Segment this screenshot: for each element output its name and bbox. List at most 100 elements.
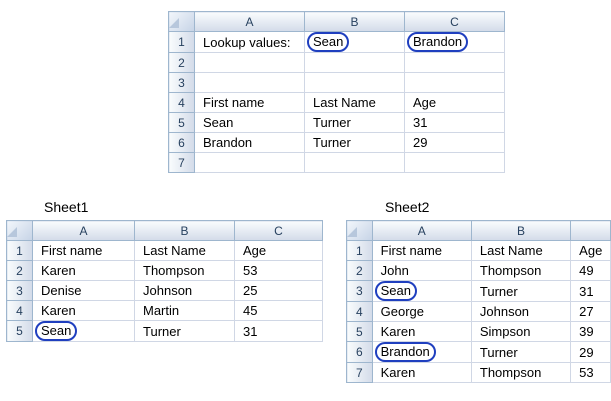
row-header[interactable]: 1 (168, 31, 195, 53)
cell[interactable]: Age (570, 240, 611, 261)
cell[interactable]: Martin (134, 300, 235, 321)
cell[interactable] (404, 72, 505, 93)
row-header[interactable]: 3 (346, 280, 373, 302)
row-header[interactable]: 2 (168, 52, 195, 73)
cell[interactable] (404, 152, 505, 173)
row-header[interactable]: 7 (168, 152, 195, 173)
cell[interactable]: Age (234, 240, 323, 261)
cell[interactable]: Simpson (470, 321, 572, 342)
select-all-corner[interactable] (6, 220, 33, 241)
select-all-corner[interactable] (168, 11, 195, 32)
column-header-a[interactable]: A (32, 220, 135, 241)
cell[interactable]: 49 (570, 260, 611, 281)
cell[interactable]: Johnson (134, 280, 235, 301)
cell[interactable]: John (371, 260, 472, 281)
cell[interactable]: Karen (32, 260, 135, 281)
cell[interactable]: Last Name (304, 92, 405, 113)
cell[interactable]: Karen (32, 300, 135, 321)
cell[interactable]: Age (404, 92, 505, 113)
row-header[interactable]: 5 (6, 320, 33, 342)
cell[interactable] (304, 72, 405, 93)
cell[interactable] (194, 52, 305, 73)
sheet1-grid: A B C 1 First name Last Name Age 2 Karen… (6, 220, 323, 342)
row-header[interactable]: 2 (346, 260, 373, 281)
row-header[interactable]: 4 (6, 300, 33, 321)
row-header[interactable]: 5 (346, 321, 373, 342)
column-header-b[interactable]: B (134, 220, 235, 241)
cell[interactable]: Sean (32, 320, 135, 342)
cell[interactable]: First name (32, 240, 135, 261)
cell[interactable]: Brandon (404, 31, 505, 53)
row-header[interactable]: 4 (168, 92, 195, 113)
cell[interactable] (304, 152, 405, 173)
matched-name-circled: Sean (35, 321, 78, 341)
column-header-a[interactable]: A (371, 220, 472, 241)
cell[interactable]: Karen (371, 362, 472, 383)
cell[interactable]: Sean (371, 280, 472, 302)
row-header[interactable]: 3 (6, 280, 33, 301)
select-all-corner[interactable] (346, 220, 373, 241)
row-header[interactable]: 2 (6, 260, 33, 281)
sheet2-grid: A B 1 First name Last Name Age 2 John Th… (346, 220, 611, 383)
column-header-b[interactable]: B (470, 220, 572, 241)
cell[interactable]: 53 (570, 362, 611, 383)
row-header[interactable]: 3 (168, 72, 195, 93)
cell[interactable]: Thompson (470, 362, 572, 383)
cell[interactable]: Turner (304, 112, 405, 133)
row-header[interactable]: 7 (346, 362, 373, 383)
cell[interactable] (194, 72, 305, 93)
column-header-c[interactable] (570, 220, 611, 241)
row-header[interactable]: 4 (346, 301, 373, 322)
cell[interactable]: Johnson (470, 301, 572, 322)
cell[interactable]: Sean (194, 112, 305, 133)
sheet1-label: Sheet1 (44, 199, 89, 215)
cell[interactable]: 31 (234, 320, 323, 342)
cell[interactable]: Last Name (470, 240, 572, 261)
cell[interactable]: Lookup values: (194, 31, 305, 53)
cell[interactable]: 25 (234, 280, 323, 301)
cell[interactable]: Turner (134, 320, 235, 342)
matched-name-circled: Brandon (374, 342, 436, 362)
lookup-value-circled: Sean (307, 32, 350, 52)
cell[interactable] (304, 52, 405, 73)
cell[interactable]: 31 (404, 112, 505, 133)
column-header-c[interactable]: C (404, 11, 505, 32)
cell[interactable]: Denise (32, 280, 135, 301)
cell[interactable]: 27 (570, 301, 611, 322)
cell[interactable]: 31 (570, 280, 611, 302)
cell[interactable]: Thompson (134, 260, 235, 281)
cell[interactable]: Turner (470, 280, 572, 302)
cell[interactable]: Thompson (470, 260, 572, 281)
cell[interactable]: Last Name (134, 240, 235, 261)
cell[interactable]: 39 (570, 321, 611, 342)
cell[interactable]: Sean (304, 31, 405, 53)
cell[interactable]: 29 (404, 132, 505, 153)
column-header-a[interactable]: A (194, 11, 305, 32)
select-all-triangle-icon (347, 227, 357, 237)
cell[interactable]: 45 (234, 300, 323, 321)
cell[interactable]: Karen (371, 321, 472, 342)
row-header[interactable]: 6 (168, 132, 195, 153)
row-header[interactable]: 6 (346, 341, 373, 363)
cell[interactable]: George (371, 301, 472, 322)
select-all-triangle-icon (169, 18, 179, 28)
row-header[interactable]: 5 (168, 112, 195, 133)
sheet2-label: Sheet2 (385, 199, 430, 215)
cell[interactable] (194, 152, 305, 173)
cell[interactable]: Turner (470, 341, 572, 363)
column-header-c[interactable]: C (234, 220, 323, 241)
select-all-triangle-icon (7, 227, 17, 237)
cell[interactable]: Brandon (371, 341, 472, 363)
matched-name-circled: Sean (374, 281, 417, 301)
cell[interactable] (404, 52, 505, 73)
row-header[interactable]: 1 (6, 240, 33, 261)
cell[interactable]: 53 (234, 260, 323, 281)
cell[interactable]: 29 (570, 341, 611, 363)
cell[interactable]: First name (194, 92, 305, 113)
row-header[interactable]: 1 (346, 240, 373, 261)
cell[interactable]: First name (371, 240, 472, 261)
cell[interactable]: Turner (304, 132, 405, 153)
column-header-b[interactable]: B (304, 11, 405, 32)
top-grid: A B C 1 Lookup values: Sean Brandon 2 3 … (168, 11, 505, 173)
cell[interactable]: Brandon (194, 132, 305, 153)
